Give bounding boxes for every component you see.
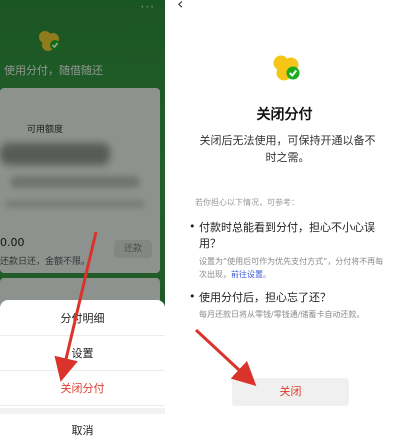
page-title: 关闭分付	[256, 107, 313, 123]
back-arrow-icon[interactable]: ‹	[177, 0, 183, 13]
menu-item-settings[interactable]: 设置	[0, 337, 165, 371]
reference-intro: 若你担心以下情况，可参考：	[195, 198, 299, 207]
menu-item-cancel[interactable]: 取消	[0, 414, 165, 439]
menu-item-details[interactable]: 分付明细	[0, 302, 165, 336]
answer-1: 设置为“使用后可作为优先支付方式”，分付将不再每次出现，前往设置。	[199, 257, 384, 279]
action-sheet: 分付明细 设置 关闭分付 取消	[0, 300, 165, 439]
left-screen: ··· 使用分付，随借随还 可用额度 0.00 还款日还，金额不限。 还款 分付…	[0, 0, 165, 439]
close-button[interactable]: 关闭	[232, 378, 349, 406]
bullet: •	[189, 220, 196, 233]
question-2: 使用分付后，担心忘了还？	[199, 291, 331, 304]
right-screen: ‹ 关闭分付 关闭后无法使用，可保持开通以备不时之需。 若你担心以下情况，可参考…	[165, 0, 404, 439]
sheet-divider	[0, 408, 165, 414]
question-1: 付款时总能看到分付，担心不小心误用？	[199, 221, 375, 250]
bullet: •	[189, 290, 196, 303]
answer-2: 每月还款日将从零钱/零钱通/储蓄卡自动还款。	[199, 310, 365, 319]
fenfu-logo-icon	[270, 52, 302, 86]
menu-item-close-fenfu[interactable]: 关闭分付	[0, 372, 165, 406]
page-description: 关闭后无法使用，可保持开通以备不时之需。	[199, 134, 376, 164]
go-settings-link[interactable]: 前往设置	[231, 270, 263, 279]
